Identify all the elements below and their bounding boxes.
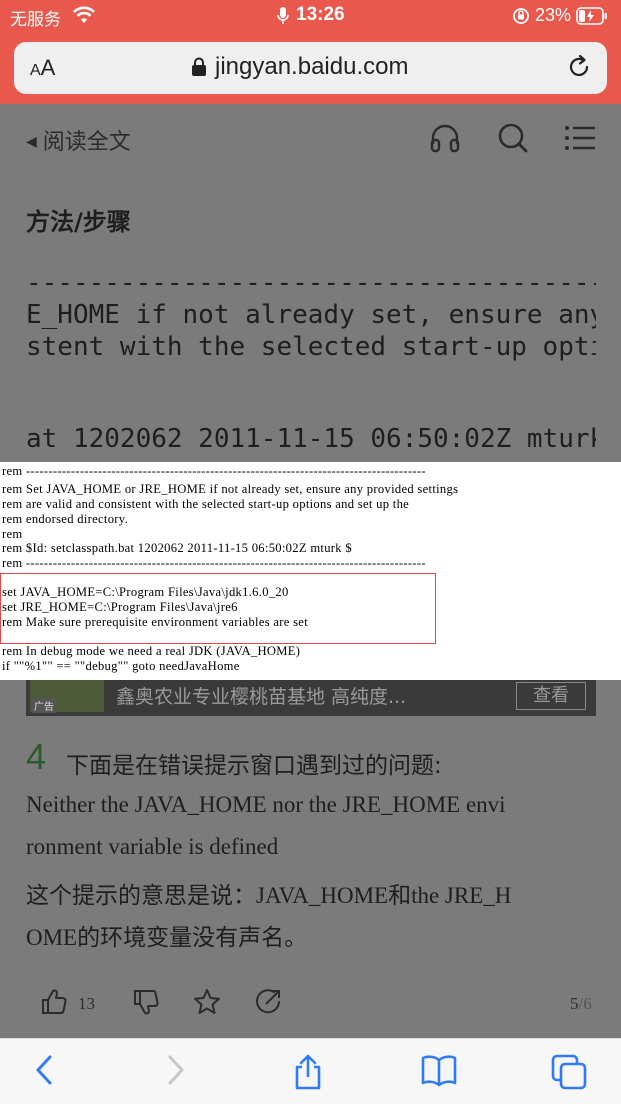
read-full-label: 阅读全文 <box>42 130 131 155</box>
url-text[interactable]: jingyan.baidu.com <box>215 53 408 81</box>
code-line: stent with the selected start-up optio <box>26 332 596 362</box>
lock-icon <box>191 57 207 81</box>
status-bar: 无服务 13:26 23% <box>0 0 621 32</box>
step-text-line: 这个提示的意思是说：JAVA_HOME和the JRE_H <box>26 883 512 908</box>
back-icon[interactable] <box>32 1053 56 1091</box>
article-nav: ◀ 阅读全文 <box>0 104 621 172</box>
ad-banner[interactable]: 广告 鑫奥农业专业樱桃苗基地 高纯度... 查看 <box>26 680 596 716</box>
like-count: 13 <box>78 994 95 1013</box>
share-sheet-icon[interactable] <box>290 1053 326 1095</box>
page-counter: 5/6 <box>570 994 592 1014</box>
thumbs-up-icon[interactable] <box>40 988 68 1020</box>
address-bar[interactable]: AA jingyan.baidu.com <box>14 42 607 94</box>
section-title: 方法/步骤 <box>26 208 131 236</box>
orientation-lock-icon <box>512 7 530 30</box>
code-image-line: rem Set JAVA_HOME or JRE_HOME if not alr… <box>2 482 459 496</box>
read-full-button[interactable]: ◀ 阅读全文 <box>26 124 131 156</box>
wifi-icon <box>72 6 96 29</box>
browser-header: AA jingyan.baidu.com <box>0 32 621 104</box>
code-image-line: rem ------------------------------------… <box>2 464 426 478</box>
microphone-icon <box>276 6 290 31</box>
share-icon[interactable] <box>254 988 282 1020</box>
code-image-line: if ""%1"" == ""debug"" goto needJavaHome <box>2 659 240 673</box>
highlight-box <box>0 573 436 644</box>
step-title: 下面是在错误提示窗口遇到过的问题: <box>66 753 442 779</box>
code-image-line: rem <box>2 527 23 541</box>
code-line: E_HOME if not already set, ensure any <box>26 300 596 330</box>
caret-left-icon: ◀ <box>26 134 37 150</box>
battery-charging-icon <box>576 7 608 30</box>
code-line: at 1202062 2011-11-15 06:50:02Z mturk <box>26 424 596 454</box>
menu-icon[interactable] <box>564 122 596 158</box>
article-actions: 13 5/6 <box>0 980 621 1026</box>
step-text-line: OME的环境变量没有声名。 <box>26 925 308 950</box>
page-current: 5 <box>570 994 579 1013</box>
code-image-line: rem are valid and consistent with the se… <box>2 497 410 511</box>
browser-toolbar <box>0 1038 621 1104</box>
carrier-label: 无服务 <box>10 10 61 30</box>
page-total: /6 <box>578 994 592 1013</box>
headphones-icon[interactable] <box>428 122 462 158</box>
code-image-line: rem In debug mode we need a real JDK (JA… <box>2 644 301 658</box>
ad-text: 鑫奥农业专业樱桃苗基地 高纯度... <box>116 686 407 708</box>
star-icon[interactable] <box>193 988 221 1020</box>
text-size-button[interactable]: AA <box>30 55 55 81</box>
forward-icon[interactable] <box>164 1053 188 1091</box>
step-text-line: ronment variable is defined <box>26 834 279 859</box>
code-line: ----------------------------------------… <box>26 268 596 298</box>
code-image-line: rem ------------------------------------… <box>2 556 426 570</box>
code-screenshot: rem ------------------------------------… <box>0 462 621 680</box>
code-image-line: rem $Id: setclasspath.bat 1202062 2011-1… <box>2 541 352 555</box>
thumbs-down-icon[interactable] <box>132 988 160 1020</box>
tabs-icon[interactable] <box>550 1053 588 1095</box>
ad-tag: 广告 <box>32 698 56 713</box>
clock: 13:26 <box>296 4 345 25</box>
ad-view-button[interactable]: 查看 <box>516 682 586 710</box>
step-text-line: Neither the JAVA_HOME nor the JRE_HOME e… <box>26 792 506 817</box>
bookmarks-icon[interactable] <box>420 1053 458 1091</box>
code-image-line: rem endorsed directory. <box>2 512 129 526</box>
search-icon[interactable] <box>497 122 529 158</box>
battery-percent: 23% <box>535 5 572 25</box>
reload-icon[interactable] <box>566 54 592 84</box>
step-number: 4 <box>26 736 47 777</box>
